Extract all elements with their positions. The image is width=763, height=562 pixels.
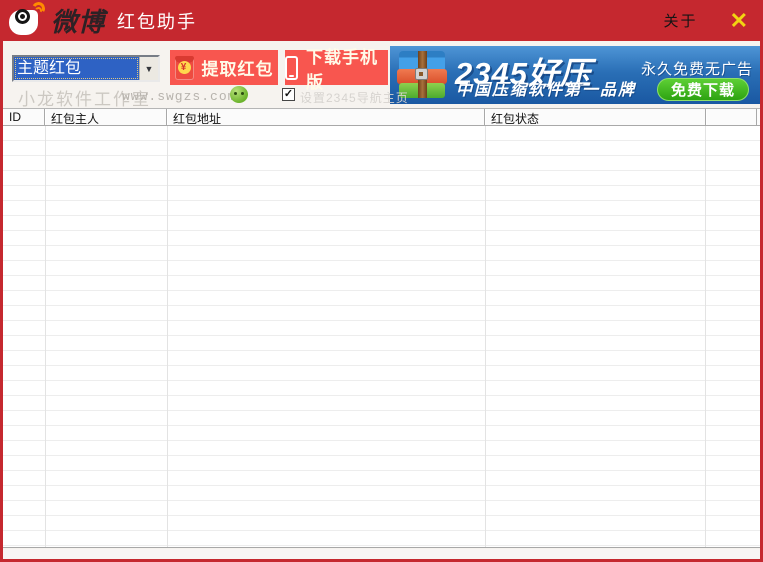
ad-banner[interactable]: 2345好压 永久免费无广告 中国压缩软件第一品牌 免费下载 xyxy=(390,46,760,104)
app-window: 微博 红包助手 关于 ✕ 主题红包 ▼ ¥ 提取红包 下载手机版 xyxy=(0,0,763,562)
extract-button-label: 提取红包 xyxy=(202,55,274,80)
ad-download-button[interactable]: 免费下载 xyxy=(657,78,749,101)
set-homepage-checkbox[interactable]: ✓ xyxy=(282,88,295,101)
column-header-stub xyxy=(706,109,757,125)
list-header: ID 红包主人 红包地址 红包状态 xyxy=(3,108,760,126)
yuan-coin-icon: ¥ xyxy=(178,61,191,74)
ad-slogan: 中国压缩软件第一品牌 xyxy=(456,76,636,100)
download-button-label: 下载手机版 xyxy=(306,43,388,93)
column-header-id[interactable]: ID xyxy=(3,109,45,125)
content-area: 主题红包 ▼ ¥ 提取红包 下载手机版 2345好压 永久免费无广告 xyxy=(3,41,760,559)
app-title: 红包助手 xyxy=(117,8,197,34)
column-header-address[interactable]: 红包地址 xyxy=(167,109,485,125)
studio-website: www.swgzs.com xyxy=(122,89,236,104)
weibo-logo-icon xyxy=(9,5,45,36)
download-mobile-button[interactable]: 下载手机版 xyxy=(285,50,388,85)
phone-icon xyxy=(285,56,298,80)
redpacket-list-body xyxy=(3,126,760,548)
column-header-status[interactable]: 红包状态 xyxy=(485,109,706,125)
ad-tagline: 永久免费无广告 xyxy=(641,58,753,79)
redpacket-category-select[interactable]: 主题红包 ▼ xyxy=(12,55,160,82)
chevron-down-icon[interactable]: ▼ xyxy=(139,57,158,80)
set-homepage-label: 设置2345导航主页 xyxy=(300,89,409,106)
titlebar: 微博 红包助手 关于 ✕ xyxy=(0,0,763,41)
close-icon[interactable]: ✕ xyxy=(730,10,748,32)
red-packet-icon: ¥ xyxy=(175,56,194,80)
about-button[interactable]: 关于 xyxy=(664,10,698,31)
wechat-icon[interactable] xyxy=(230,86,248,103)
column-header-owner[interactable]: 红包主人 xyxy=(45,109,167,125)
brand-wordmark: 微博 xyxy=(51,2,105,39)
bottom-strip xyxy=(3,549,760,559)
selected-category[interactable]: 主题红包 xyxy=(14,57,139,80)
extract-redpacket-button[interactable]: ¥ 提取红包 xyxy=(170,50,278,85)
